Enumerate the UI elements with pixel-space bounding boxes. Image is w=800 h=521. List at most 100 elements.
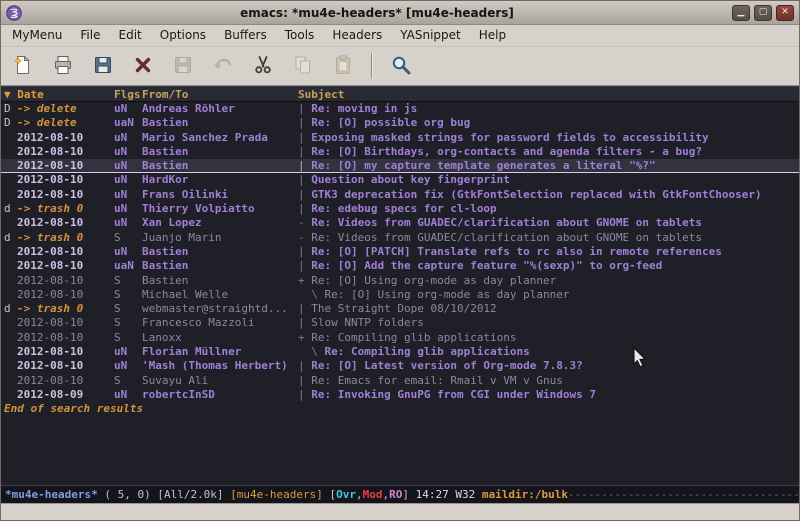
undo-button	[206, 51, 240, 82]
close-icon	[132, 54, 154, 79]
thread-prefix: \	[298, 288, 325, 302]
message-row[interactable]: 2012-08-10uNBastien| Re: [O] Birthdays, …	[1, 145, 799, 159]
header-line: ▼ Date Flgs From/To Subject	[1, 86, 799, 102]
message-from: Andreas Röhler	[142, 102, 298, 116]
message-date: 2012-08-10	[17, 288, 114, 302]
modeline-buffer-name: *mu4e-headers*	[5, 488, 104, 501]
menu-file[interactable]: File	[71, 25, 109, 46]
message-flags: uN	[114, 388, 142, 402]
message-flags: uN	[114, 159, 142, 173]
menu-mymenu[interactable]: MyMenu	[3, 25, 71, 46]
save-as-button	[166, 51, 200, 82]
print-icon	[52, 54, 74, 79]
new-file-icon	[12, 54, 34, 79]
window-title: emacs: *mu4e-headers* [mu4e-headers]	[22, 6, 732, 20]
message-from: Frans Oilinki	[142, 188, 298, 202]
close-buffer-button[interactable]	[126, 51, 160, 82]
column-header-date[interactable]: ▼ Date	[4, 87, 114, 101]
message-subject: Re: [O] Add the capture feature "%(sexp)…	[311, 259, 662, 273]
message-flags: uN	[114, 131, 142, 145]
modeline-comma1: ,	[356, 488, 363, 501]
message-from: Bastien	[142, 259, 298, 273]
thread-prefix: |	[298, 302, 311, 316]
title-bar: emacs: *mu4e-headers* [mu4e-headers] ▁ ▢…	[1, 1, 799, 25]
message-row[interactable]: 2012-08-10SSuvayu Ali| Re: Emacs for ema…	[1, 374, 799, 388]
print-button[interactable]	[46, 51, 80, 82]
message-row[interactable]: 2012-08-10SBastien+ Re: [O] Using org-mo…	[1, 274, 799, 288]
message-row[interactable]: 2012-08-10uNHardKor| Question about key …	[1, 173, 799, 187]
message-mark-char	[4, 159, 17, 173]
message-mark-char	[4, 316, 17, 330]
message-from: Thierry Volpiatto	[142, 202, 298, 216]
message-from: Francesco Mazzoli	[142, 316, 298, 330]
message-row[interactable]: d-> trash 0uNThierry Volpiatto| Re: edeb…	[1, 202, 799, 216]
message-row[interactable]: 2012-08-10uNXan Lopez- Re: Videos from G…	[1, 216, 799, 230]
message-row[interactable]: D-> deleteuaNBastien| Re: [O] possible o…	[1, 116, 799, 130]
message-date: 2012-08-10	[17, 274, 114, 288]
menu-help[interactable]: Help	[470, 25, 515, 46]
maximize-button[interactable]: ▢	[754, 5, 772, 21]
message-from: Bastien	[142, 116, 298, 130]
thread-prefix: -	[298, 216, 311, 230]
thread-prefix: |	[298, 316, 311, 330]
message-from: HardKor	[142, 173, 298, 187]
message-date: 2012-08-10	[17, 216, 114, 230]
message-row[interactable]: 2012-08-10uN'Mash (Thomas Herbert)| Re: …	[1, 359, 799, 373]
message-row[interactable]: 2012-08-10SFrancesco Mazzoli| Slow NNTP …	[1, 316, 799, 330]
message-flags: uN	[114, 102, 142, 116]
message-row[interactable]: 2012-08-10uNFlorian Müllner \ Re: Compil…	[1, 345, 799, 359]
modeline-window-number: W32	[455, 488, 482, 501]
message-row[interactable]: 2012-08-10uNFrans Oilinki| GTK3 deprecat…	[1, 188, 799, 202]
thread-prefix: |	[298, 359, 311, 373]
message-date: 2012-08-10	[17, 259, 114, 273]
message-row[interactable]: d-> trash 0Swebmaster@straightd...| The …	[1, 302, 799, 316]
message-row[interactable]: 2012-08-10uNBastien| Re: [O] my capture …	[1, 159, 799, 173]
message-subject: Re: Videos from GUADEC/clarification abo…	[311, 231, 702, 245]
column-header-from[interactable]: From/To	[142, 87, 298, 101]
thread-prefix: +	[298, 331, 311, 345]
message-date: 2012-08-10	[17, 316, 114, 330]
message-mark-char	[4, 359, 17, 373]
menu-yasnippet[interactable]: YASnippet	[391, 25, 470, 46]
message-flags: S	[114, 331, 142, 345]
message-date: 2012-08-10	[17, 159, 114, 173]
message-row[interactable]: D-> deleteuNAndreas Röhler| Re: moving i…	[1, 102, 799, 116]
message-row[interactable]: 2012-08-10uNBastien| Re: [O] [PATCH] Tra…	[1, 245, 799, 259]
message-mark-char	[4, 259, 17, 273]
minimize-button[interactable]: ▁	[732, 5, 750, 21]
save-button[interactable]	[86, 51, 120, 82]
message-row[interactable]: 2012-08-10uNMario Sanchez Prada| Exposin…	[1, 131, 799, 145]
message-subject: GTK3 deprecation fix (GtkFontSelection r…	[311, 188, 761, 202]
mu4e-headers-buffer[interactable]: ▼ Date Flgs From/To Subject D-> deleteuN…	[1, 86, 799, 485]
menu-tools[interactable]: Tools	[276, 25, 324, 46]
toolbar-separator	[371, 53, 373, 79]
message-mark-char	[4, 288, 17, 302]
menu-buffers[interactable]: Buffers	[215, 25, 276, 46]
message-date: 2012-08-10	[17, 173, 114, 187]
message-subject: Re: edebug specs for cl-loop	[311, 202, 496, 216]
column-header-subject[interactable]: Subject	[298, 87, 344, 101]
message-subject: Re: Invoking GnuPG from CGI under Window…	[311, 388, 596, 402]
cut-button[interactable]	[246, 51, 280, 82]
search-button[interactable]	[384, 51, 418, 82]
message-subject: Re: Compiling glib applications	[311, 331, 516, 345]
close-button[interactable]: ✕	[776, 5, 794, 21]
message-row[interactable]: d-> trash 0SJuanjo Marin- Re: Videos fro…	[1, 231, 799, 245]
modeline-time: 14:27	[416, 488, 456, 501]
message-row[interactable]: 2012-08-10uaNBastien| Re: [O] Add the ca…	[1, 259, 799, 273]
thread-prefix: |	[298, 116, 311, 130]
message-mark-char: D	[4, 102, 17, 116]
message-row[interactable]: 2012-08-10SLanoxx+ Re: Compiling glib ap…	[1, 331, 799, 345]
menu-options[interactable]: Options	[151, 25, 215, 46]
menu-headers[interactable]: Headers	[323, 25, 391, 46]
cut-icon	[252, 54, 274, 79]
menu-edit[interactable]: Edit	[110, 25, 151, 46]
column-header-flags[interactable]: Flgs	[114, 87, 142, 101]
paste-icon	[332, 54, 354, 79]
message-flags: uaN	[114, 116, 142, 130]
message-row[interactable]: 2012-08-09uNrobertcInSD| Re: Invoking Gn…	[1, 388, 799, 402]
message-row[interactable]: 2012-08-10SMichael Welle \ Re: [O] Using…	[1, 288, 799, 302]
new-file-button[interactable]	[6, 51, 40, 82]
message-from: Bastien	[142, 245, 298, 259]
message-flags: uN	[114, 188, 142, 202]
